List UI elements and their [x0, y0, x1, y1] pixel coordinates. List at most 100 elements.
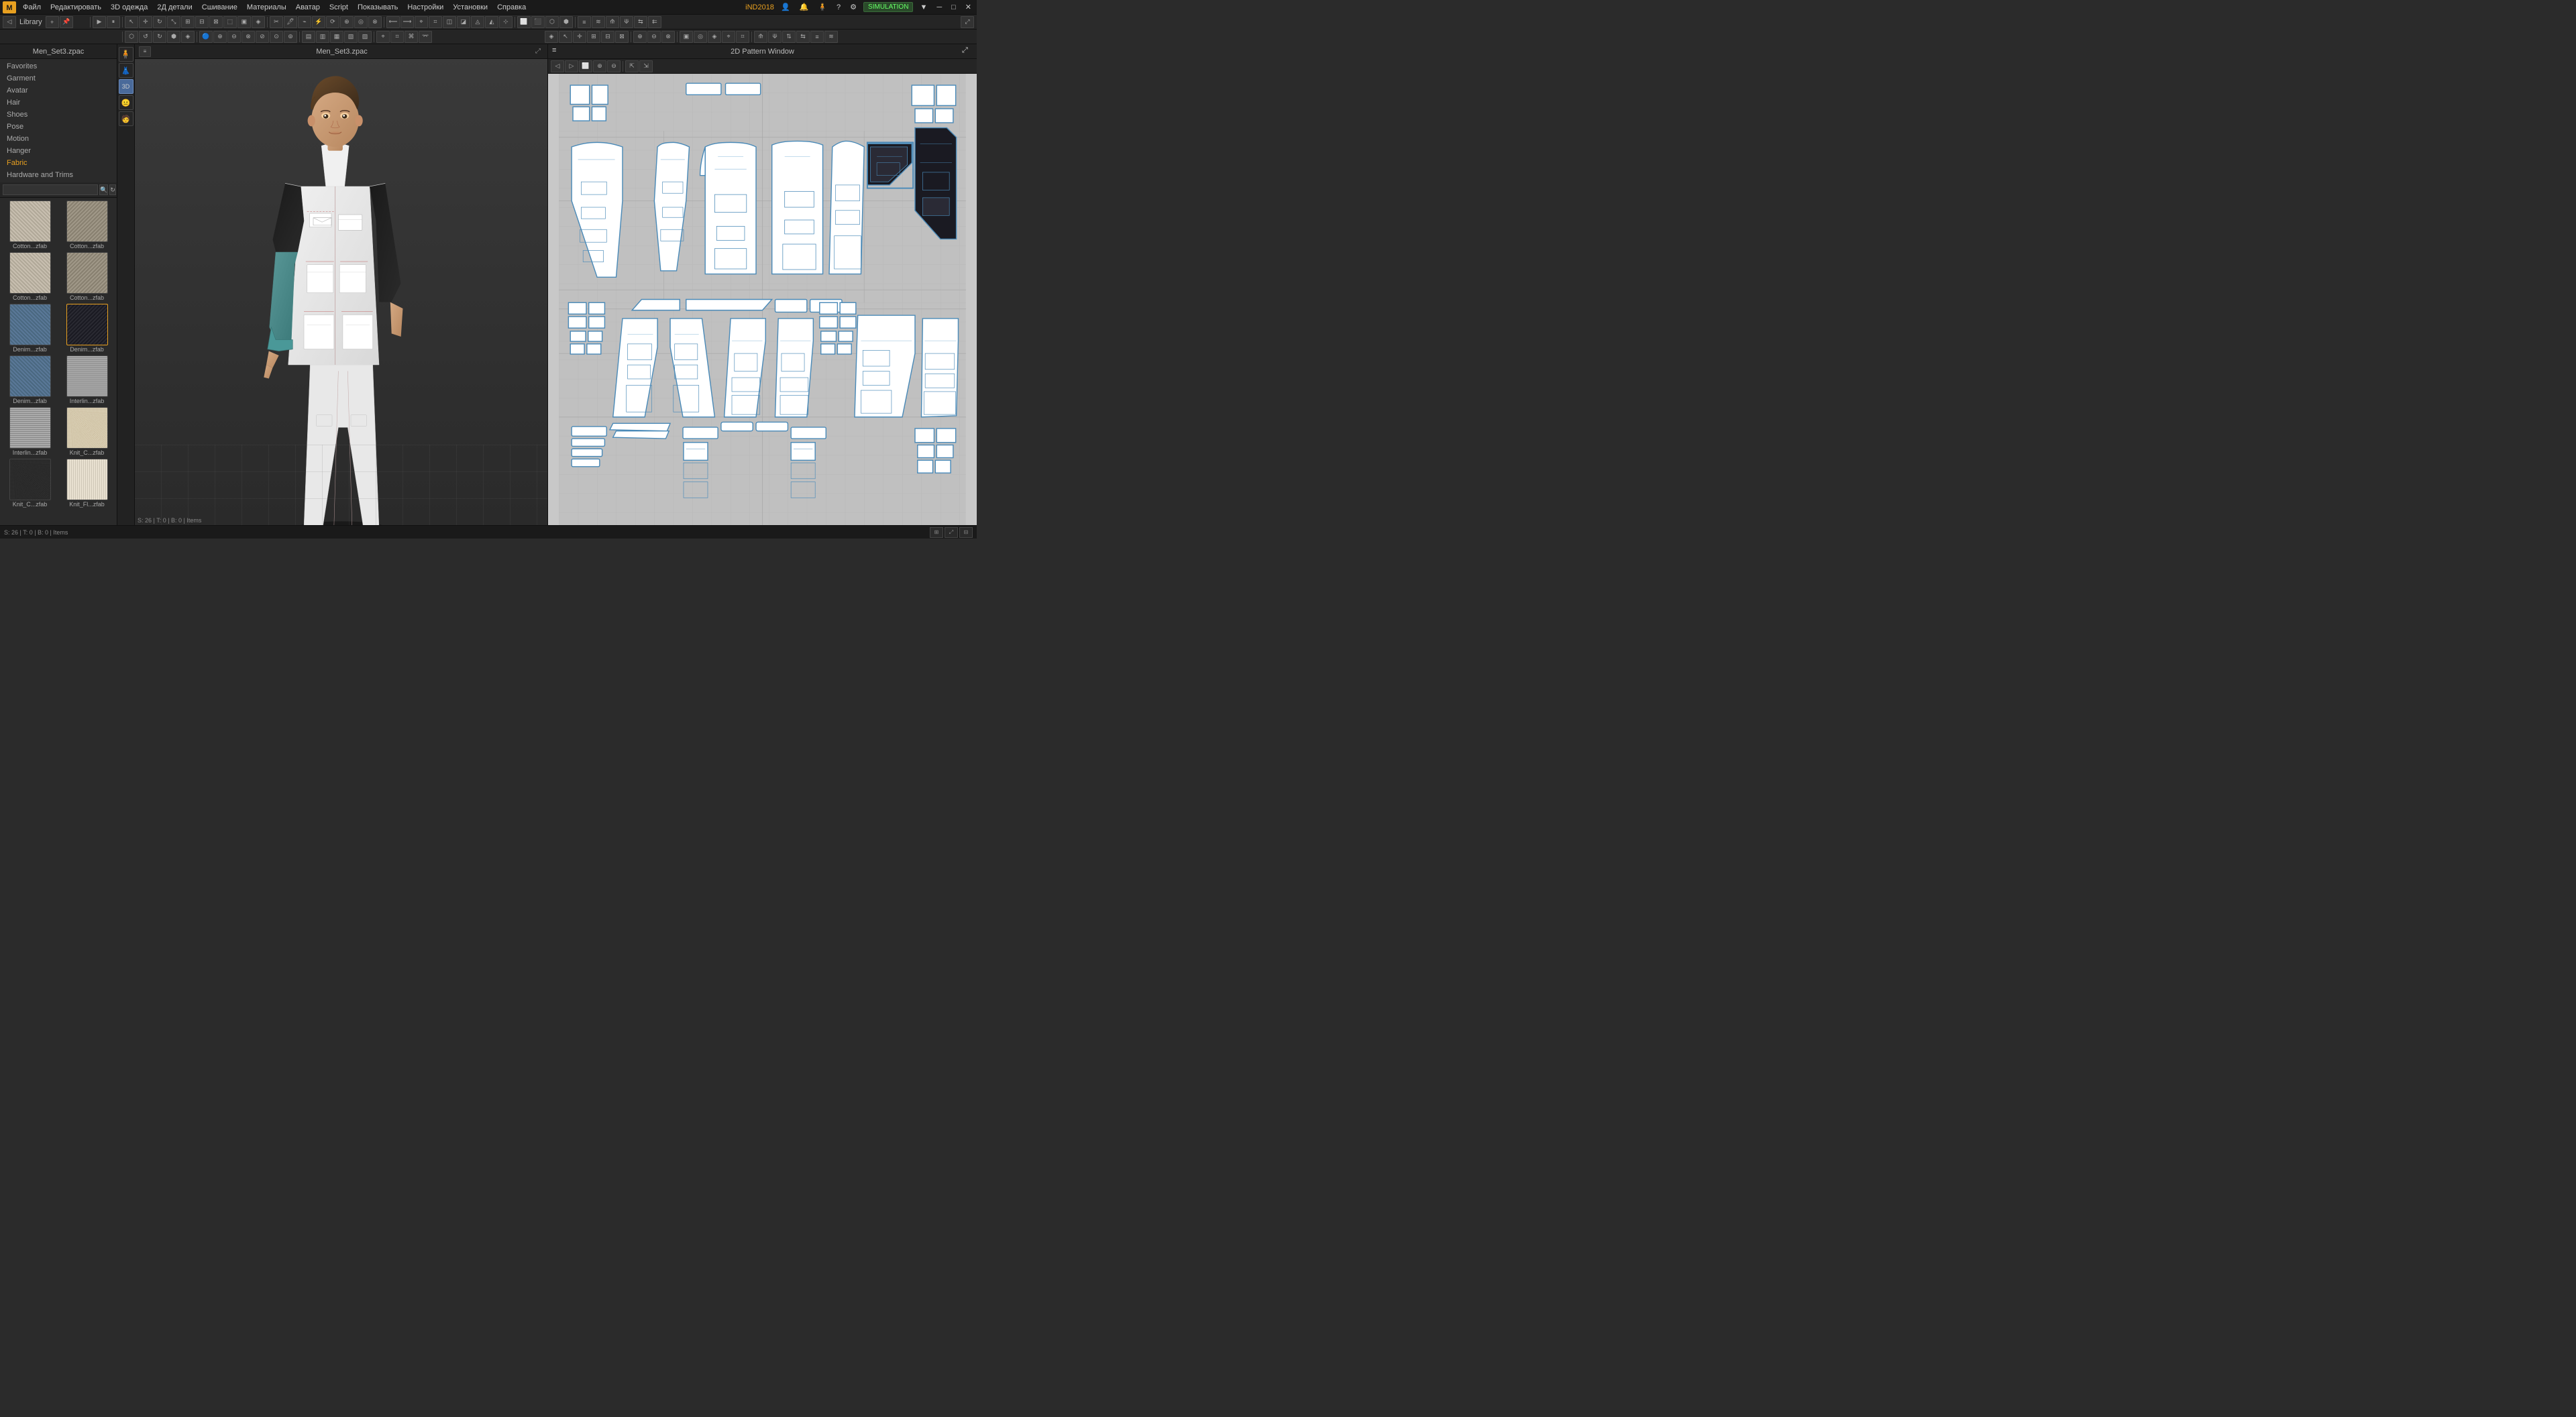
ptb-tool1[interactable]: ◈ [545, 31, 558, 43]
tb2-tool13[interactable]: ▤ [302, 31, 315, 43]
tb2-tool21[interactable]: ⌤ [419, 31, 432, 43]
tb2-tool11[interactable]: ⊙ [270, 31, 283, 43]
ptb-tool4[interactable]: ⊞ [587, 31, 600, 43]
ptb-tool9[interactable]: ⊗ [661, 31, 675, 43]
tool23[interactable]: ◫ [443, 16, 456, 28]
tb2-tool10[interactable]: ⊘ [256, 31, 269, 43]
menu-install[interactable]: Установки [449, 2, 492, 13]
tb2-tool12[interactable]: ⊚ [284, 31, 297, 43]
pattern-menu-btn[interactable]: ≡ [552, 46, 563, 57]
move-tool[interactable]: ✛ [139, 16, 152, 28]
tool10[interactable]: ◈ [252, 16, 265, 28]
menu-edit[interactable]: Редактировать [46, 2, 105, 13]
pt-btn2[interactable]: ▷ [565, 60, 578, 72]
menu-settings[interactable]: Настройки [403, 2, 447, 13]
settings-btn[interactable]: ⚙ [847, 1, 859, 13]
fabric-item[interactable]: Cotton...zfab [3, 252, 57, 301]
tb2-tool5[interactable]: ◈ [181, 31, 195, 43]
ptb-tool17[interactable]: ⇅ [782, 31, 796, 43]
icon-person[interactable]: 🧑 [119, 111, 133, 126]
fabric-item[interactable]: Denim...zfab [3, 304, 57, 353]
select-tool[interactable]: ↖ [125, 16, 138, 28]
icon-avatar[interactable]: 🧍 [119, 47, 133, 62]
dropdown-btn[interactable]: ▼ [917, 2, 930, 13]
vp-menu-btn[interactable]: ≡ [139, 46, 151, 57]
tool35[interactable]: ⟱ [620, 16, 633, 28]
nav-fabric[interactable]: Fabric [0, 157, 117, 169]
tool25[interactable]: ◬ [471, 16, 484, 28]
nav-favorites[interactable]: Favorites [0, 60, 117, 72]
tool36[interactable]: ⇆ [634, 16, 647, 28]
icon-3d[interactable]: 3D [119, 79, 133, 94]
fabric-item-selected[interactable]: Denim...zfab [60, 304, 114, 353]
pattern-expand-btn[interactable]: ⤢ [961, 16, 974, 28]
tool32[interactable]: ≡ [578, 16, 591, 28]
tool18[interactable]: ⊗ [368, 16, 382, 28]
tool8[interactable]: ⬚ [223, 16, 237, 28]
tb2-tool14[interactable]: ▥ [316, 31, 329, 43]
nav-shoes[interactable]: Shoes [0, 109, 117, 121]
menu-file[interactable]: Файл [19, 2, 45, 13]
grid-btn[interactable]: ⊞ [930, 527, 943, 538]
avatar-btn[interactable]: 🧍 [815, 1, 830, 13]
tb2-tool15[interactable]: ▦ [330, 31, 343, 43]
pt-btn6[interactable]: ⇱ [625, 60, 639, 72]
ptb-tool20[interactable]: ≋ [824, 31, 838, 43]
tool7[interactable]: ⊠ [209, 16, 223, 28]
fabric-item[interactable]: Knit_C...zfab [3, 459, 57, 508]
layout-btn[interactable]: ⊟ [959, 527, 973, 538]
tool31[interactable]: ⬢ [559, 16, 573, 28]
tool16[interactable]: ⊕ [340, 16, 354, 28]
tool11[interactable]: ✂ [270, 16, 283, 28]
ptb-tool13[interactable]: ⌖ [722, 31, 735, 43]
menu-3d[interactable]: 3D одежда [107, 2, 152, 13]
ptb-tool8[interactable]: ⊖ [647, 31, 661, 43]
tool9[interactable]: ▣ [237, 16, 251, 28]
nav-hair[interactable]: Hair [0, 97, 117, 109]
rotate-tool[interactable]: ↻ [153, 16, 166, 28]
fabric-item[interactable]: Knit_Fl...zfab [60, 459, 114, 508]
tool28[interactable]: ⬜ [517, 16, 531, 28]
tb2-tool20[interactable]: ⌘ [405, 31, 418, 43]
tb2-tool6[interactable]: 🔵 [199, 31, 213, 43]
fabric-item[interactable]: Interlin...zfab [60, 355, 114, 404]
menu-2d[interactable]: 2Д детали [153, 2, 196, 13]
tool14[interactable]: ⚡ [312, 16, 325, 28]
tool30[interactable]: ⬡ [545, 16, 559, 28]
ptb-tool14[interactable]: ⌗ [736, 31, 749, 43]
fabric-item[interactable]: Knit_C...zfab [60, 407, 114, 456]
back-btn[interactable]: ◁ [3, 16, 16, 28]
scale-tool[interactable]: ⤡ [167, 16, 180, 28]
menu-sewing[interactable]: Сшивание [198, 2, 241, 13]
tool33[interactable]: ≋ [592, 16, 605, 28]
nav-garment[interactable]: Garment [0, 72, 117, 84]
ptb-tool18[interactable]: ⇆ [796, 31, 810, 43]
fabric-item[interactable]: Cotton...zfab [3, 201, 57, 249]
tool22[interactable]: ⌗ [429, 16, 442, 28]
fabric-item[interactable]: Interlin...zfab [3, 407, 57, 456]
tool17[interactable]: ◎ [354, 16, 368, 28]
ptb-tool2[interactable]: ↖ [559, 31, 572, 43]
tool26[interactable]: ◭ [485, 16, 498, 28]
pt-btn1[interactable]: ◁ [551, 60, 564, 72]
nav-hanger[interactable]: Hanger [0, 145, 117, 157]
menu-materials[interactable]: Материалы [243, 2, 290, 13]
ptb-tool5[interactable]: ⊟ [601, 31, 614, 43]
search-button[interactable]: 🔍 [99, 184, 108, 195]
tool15[interactable]: ⟳ [326, 16, 339, 28]
ptb-tool15[interactable]: ⟰ [754, 31, 767, 43]
pt-btn7[interactable]: ⇲ [639, 60, 653, 72]
tb2-tool17[interactable]: ▨ [358, 31, 372, 43]
tool21[interactable]: ⌖ [415, 16, 428, 28]
nav-pose[interactable]: Pose [0, 121, 117, 133]
tool27[interactable]: ⊹ [499, 16, 513, 28]
menu-script[interactable]: Script [325, 2, 352, 13]
ptb-tool7[interactable]: ⊕ [633, 31, 647, 43]
pattern-canvas[interactable] [548, 74, 977, 525]
close-btn[interactable]: ✕ [963, 1, 974, 13]
tool20[interactable]: ⟶ [400, 16, 414, 28]
add-btn[interactable]: + [46, 16, 59, 28]
pause-btn[interactable]: ⏸ [107, 16, 120, 28]
pin-btn[interactable]: 📌 [60, 16, 73, 28]
fullscreen-btn[interactable]: ⤢ [945, 527, 958, 538]
